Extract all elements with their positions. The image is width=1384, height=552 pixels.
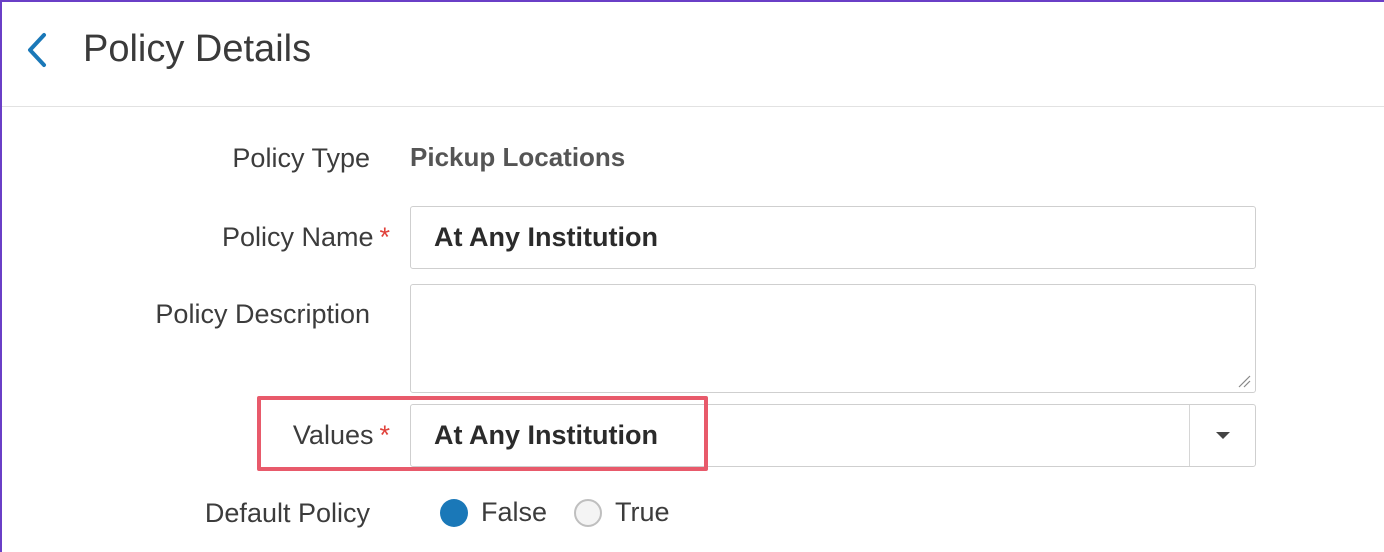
chevron-left-icon: [28, 33, 46, 67]
resize-handle-icon[interactable]: [1237, 374, 1251, 388]
back-button[interactable]: [20, 30, 56, 70]
page-header: Policy Details: [2, 2, 1384, 107]
radio-unchecked-icon: [574, 499, 602, 527]
policy-description-textarea[interactable]: [410, 284, 1256, 393]
values-select[interactable]: At Any Institution: [410, 404, 1256, 467]
required-marker: *: [379, 420, 390, 450]
dropdown-arrow-icon[interactable]: [1190, 405, 1255, 466]
policy-name-input[interactable]: At Any Institution: [410, 206, 1256, 269]
radio-checked-icon: [440, 499, 468, 527]
radio-label-false: False: [481, 497, 548, 527]
default-policy-label: Default Policy: [204, 498, 370, 528]
policy-type-value: Pickup Locations: [410, 142, 626, 172]
policy-description-label: Policy Description: [155, 299, 370, 329]
radio-label-true: True: [615, 497, 670, 527]
values-selected-value: At Any Institution: [434, 420, 658, 450]
policy-name-label: Policy Name *: [221, 222, 390, 252]
policy-type-label: Policy Type: [232, 143, 370, 173]
required-marker: *: [379, 222, 390, 252]
page-title: Policy Details: [83, 28, 312, 70]
values-label: Values *: [292, 420, 390, 450]
